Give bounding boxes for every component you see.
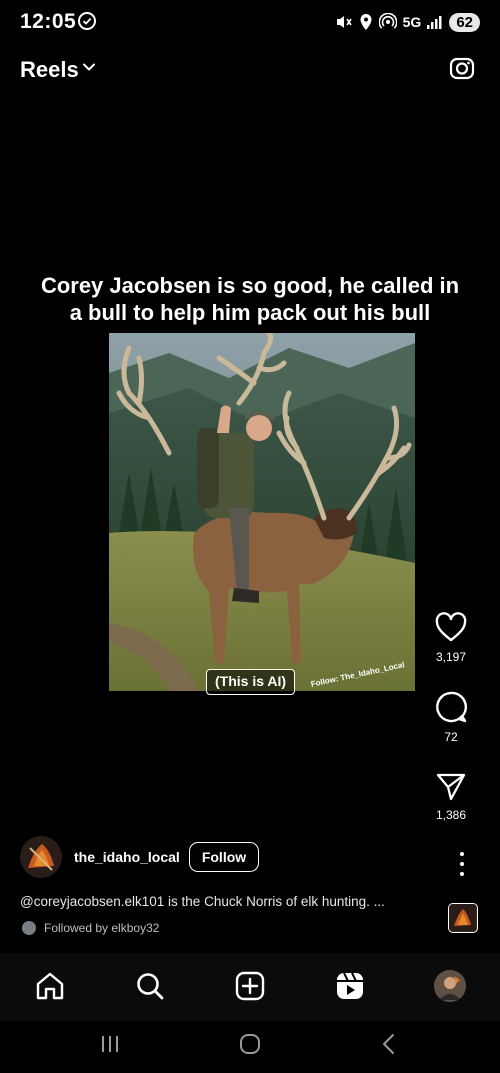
audio-thumbnail[interactable] [448,903,478,933]
author-avatar[interactable] [20,836,62,878]
home-button-icon[interactable] [238,1032,262,1056]
home-icon[interactable] [34,970,66,1002]
network-type: 5G [402,14,422,30]
post-caption[interactable]: @coreyjacobsen.elk101 is the Chuck Norri… [20,894,385,909]
ai-disclosure-tag: (This is AI) [206,669,296,695]
follow-button[interactable]: Follow [189,842,259,872]
reels-icon[interactable] [334,970,366,1002]
camera-icon[interactable] [448,54,476,82]
caption-text: is the Chuck Norris of elk hunting. ... [164,894,385,909]
video-headline: Corey Jacobsen is so good, he called in … [0,272,500,326]
headline-line-1: Corey Jacobsen is so good, he called in [40,273,460,298]
followed-by-user[interactable]: elkboy32 [111,921,159,935]
share-count: 1,386 [435,808,467,822]
chevron-down-icon[interactable] [82,60,96,74]
page-title[interactable]: Reels [20,57,79,83]
comment-action: 72 [416,690,486,744]
profile-avatar[interactable] [434,970,466,1002]
follower-avatar [22,921,36,935]
send-icon[interactable] [435,770,467,802]
create-icon[interactable] [234,970,266,1002]
sync-check-icon [78,12,96,30]
recent-apps-icon[interactable] [99,1033,121,1055]
battery-level: 62 [449,12,480,32]
comment-count: 72 [444,730,458,744]
headline-line-2: a bull to help him pack out his bull [69,300,431,325]
followed-by[interactable]: Followed by elkboy32 [44,921,159,935]
status-time: 12:05 [20,10,77,33]
followed-by-prefix: Followed by [44,921,112,935]
mute-icon [336,16,352,28]
back-icon[interactable] [378,1032,400,1056]
author-username[interactable]: the_idaho_local [74,849,180,865]
like-count: 3,197 [435,650,467,664]
more-options-icon[interactable] [452,852,472,876]
signal-icon [427,16,442,29]
reel-video[interactable] [109,333,415,691]
comment-icon[interactable] [434,690,468,724]
status-icons: 5G 62 [335,10,480,34]
search-icon[interactable] [134,970,166,1002]
hotspot-icon [378,13,397,29]
heart-icon[interactable] [434,612,468,644]
caption-mention[interactable]: @coreyjacobsen.elk101 [20,894,164,909]
share-action: 1,386 [416,770,486,822]
like-action: 3,197 [416,612,486,664]
location-icon [360,14,372,30]
